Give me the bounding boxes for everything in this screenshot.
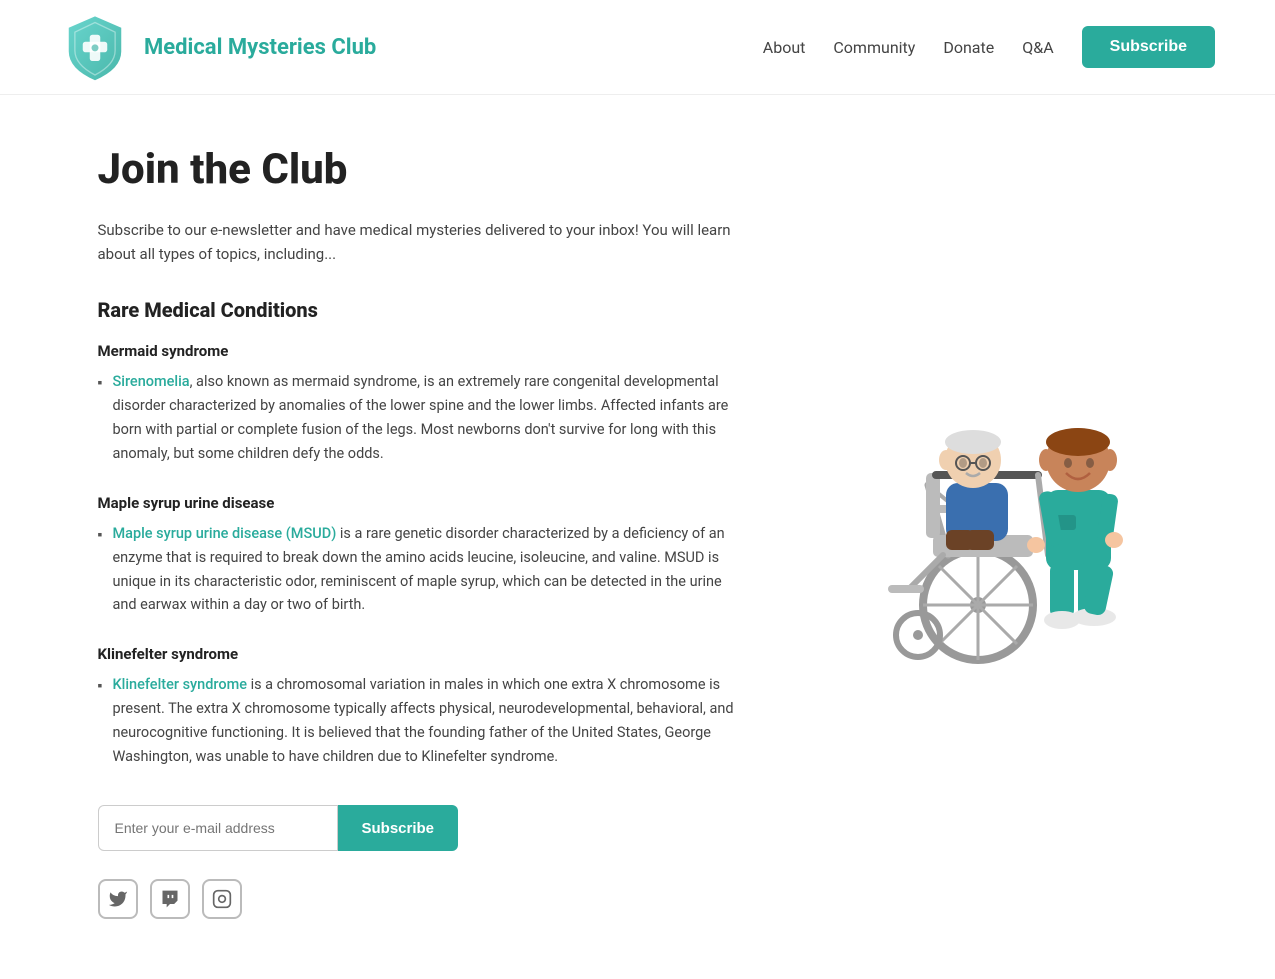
email-input[interactable] xyxy=(98,805,338,851)
bullet-mermaid: ▪ xyxy=(98,372,103,466)
logo-icon xyxy=(60,12,130,82)
condition-maple: Maple syrup urine disease ▪ Maple syrup … xyxy=(98,494,738,618)
condition-item-mermaid: ▪ Sirenomelia, also known as mermaid syn… xyxy=(98,370,738,466)
logo-text: Medical Mysteries Club xyxy=(144,35,376,60)
msud-link[interactable]: Maple syrup urine disease (MSUD) xyxy=(112,525,336,542)
bullet-maple: ▪ xyxy=(98,524,103,618)
condition-mermaid: Mermaid syndrome ▪ Sirenomelia, also kno… xyxy=(98,342,738,466)
bullet-klinefelter: ▪ xyxy=(98,675,103,769)
main-content: Join the Club Subscribe to our e-newslet… xyxy=(98,145,738,919)
condition-name-mermaid: Mermaid syndrome xyxy=(98,342,738,360)
instagram-icon[interactable] xyxy=(202,879,242,919)
nav-community[interactable]: Community xyxy=(833,38,915,57)
logo-link[interactable]: Medical Mysteries Club xyxy=(60,12,376,82)
twitch-icon[interactable] xyxy=(150,879,190,919)
nav-donate[interactable]: Donate xyxy=(943,38,994,57)
condition-text-mermaid: Sirenomelia, also known as mermaid syndr… xyxy=(112,370,737,466)
nav-qa[interactable]: Q&A xyxy=(1022,38,1053,57)
klinefelter-link[interactable]: Klinefelter syndrome xyxy=(112,676,247,693)
social-icons xyxy=(98,879,738,919)
nav-about[interactable]: About xyxy=(763,38,806,57)
email-subscribe-button[interactable]: Subscribe xyxy=(338,805,459,851)
sidebar-illustration xyxy=(798,145,1178,919)
condition-item-maple: ▪ Maple syrup urine disease (MSUD) is a … xyxy=(98,522,738,618)
condition-text-maple: Maple syrup urine disease (MSUD) is a ra… xyxy=(112,522,737,618)
condition-item-klinefelter: ▪ Klinefelter syndrome is a chromosomal … xyxy=(98,673,738,769)
page-title: Join the Club xyxy=(98,145,738,194)
condition-klinefelter: Klinefelter syndrome ▪ Klinefelter syndr… xyxy=(98,645,738,769)
condition-name-maple: Maple syrup urine disease xyxy=(98,494,738,512)
intro-text: Subscribe to our e-newsletter and have m… xyxy=(98,218,738,266)
sirenomelia-link[interactable]: Sirenomelia xyxy=(112,373,189,390)
email-form: Subscribe xyxy=(98,805,738,851)
condition-text-klinefelter: Klinefelter syndrome is a chromosomal va… xyxy=(112,673,737,769)
condition-name-klinefelter: Klinefelter syndrome xyxy=(98,645,738,663)
main-nav: About Community Donate Q&A Subscribe xyxy=(763,26,1215,68)
section-title: Rare Medical Conditions xyxy=(98,298,738,322)
mermaid-desc: , also known as mermaid syndrome, is an … xyxy=(112,373,728,462)
medical-illustration xyxy=(798,245,1178,665)
header-subscribe-button[interactable]: Subscribe xyxy=(1082,26,1215,68)
twitter-icon[interactable] xyxy=(98,879,138,919)
